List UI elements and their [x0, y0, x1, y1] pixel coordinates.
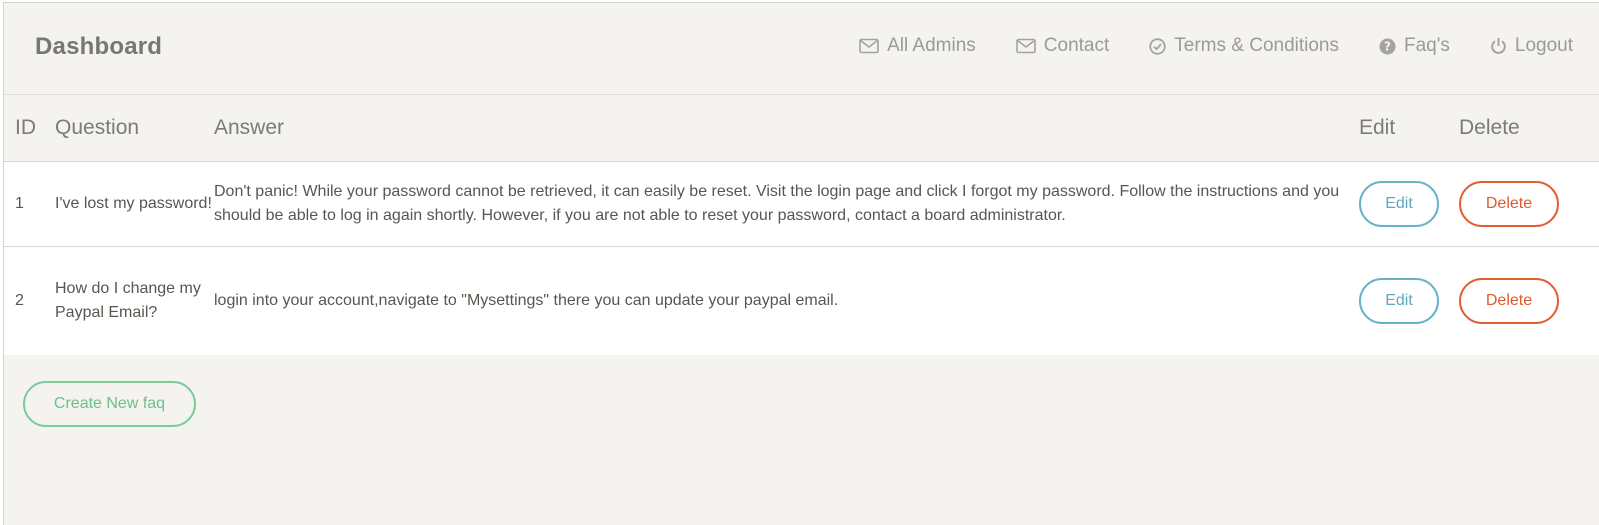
nav-terms[interactable]: Terms & Conditions — [1149, 35, 1339, 57]
nav-faqs[interactable]: ? Faq's — [1379, 35, 1450, 57]
delete-button[interactable]: Delete — [1459, 181, 1559, 227]
nav-label: All Admins — [887, 35, 976, 56]
check-circle-icon — [1149, 37, 1166, 55]
column-header-id: ID — [4, 95, 55, 162]
column-header-question: Question — [55, 95, 214, 162]
column-header-delete: Delete — [1459, 95, 1599, 162]
brand-title[interactable]: Dashboard — [35, 33, 162, 61]
cell-id: 2 — [4, 246, 55, 355]
delete-button[interactable]: Delete — [1459, 278, 1559, 324]
power-icon — [1491, 38, 1506, 54]
nav-label: Contact — [1043, 35, 1110, 56]
table-row: 1 I've lost my password! Don't panic! Wh… — [4, 161, 1599, 247]
nav-contact[interactable]: Contact — [1015, 35, 1110, 57]
page-frame: Dashboard All Admins Contact Terms & Con… — [3, 2, 1599, 525]
cell-answer: Don't panic! While your password cannot … — [214, 161, 1359, 247]
nav-label: Terms & Conditions — [1174, 35, 1339, 56]
nav-label: Faq's — [1404, 35, 1450, 56]
cell-delete: Delete — [1459, 161, 1599, 247]
cell-edit: Edit — [1359, 161, 1459, 247]
cell-delete: Delete — [1459, 246, 1599, 355]
svg-text:?: ? — [1384, 39, 1391, 53]
cell-question: I've lost my password! — [55, 161, 214, 247]
mail-icon — [1015, 38, 1036, 54]
edit-button[interactable]: Edit — [1359, 278, 1439, 324]
column-header-answer: Answer — [214, 95, 1359, 162]
mail-icon — [859, 38, 879, 54]
table-row: 2 How do I change my Paypal Email? login… — [4, 246, 1599, 355]
nav-label: Logout — [1514, 35, 1573, 56]
cell-answer: login into your account,navigate to "Mys… — [214, 246, 1359, 355]
top-navbar: Dashboard All Admins Contact Terms & Con… — [4, 3, 1599, 95]
column-header-edit: Edit — [1359, 95, 1459, 162]
table-header-row: ID Question Answer Edit Delete — [4, 95, 1599, 162]
faq-table: ID Question Answer Edit Delete 1 I've lo… — [4, 95, 1599, 355]
cell-id: 1 — [4, 161, 55, 247]
create-new-faq-button[interactable]: Create New faq — [23, 381, 196, 427]
cell-question: How do I change my Paypal Email? — [55, 246, 214, 355]
nav-logout[interactable]: Logout — [1490, 35, 1573, 57]
edit-button[interactable]: Edit — [1359, 181, 1439, 227]
nav-menu: All Admins Contact Terms & Conditions ? … — [859, 35, 1599, 57]
question-circle-icon: ? — [1379, 38, 1396, 54]
nav-all-admins[interactable]: All Admins — [859, 35, 976, 57]
cell-edit: Edit — [1359, 246, 1459, 355]
